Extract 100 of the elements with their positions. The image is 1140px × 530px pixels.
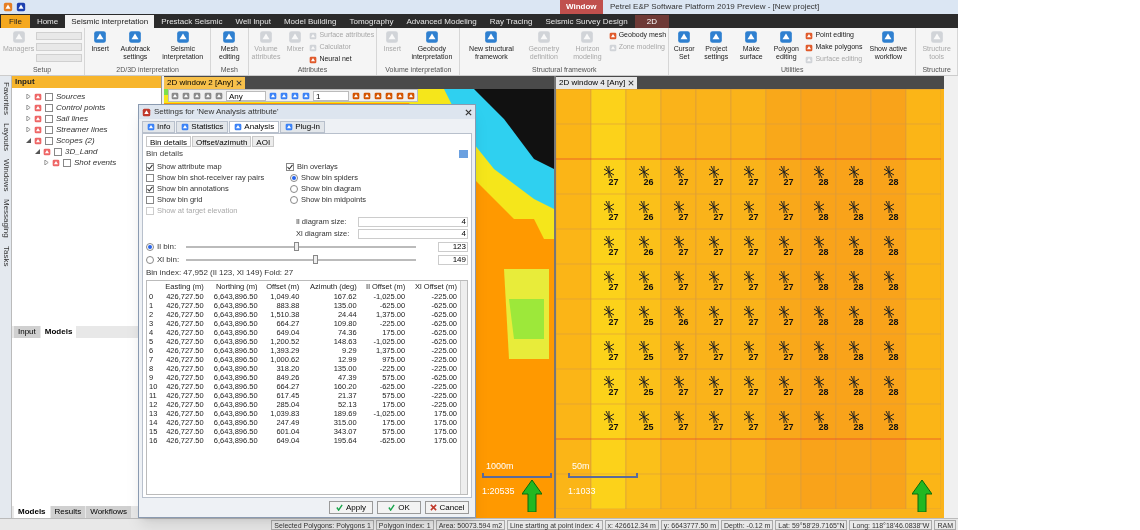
- window-tab[interactable]: 2D window 4 [Any]: [556, 77, 638, 89]
- side-tab[interactable]: Layouts: [0, 122, 12, 151]
- tool-icon: [309, 43, 318, 52]
- collapsed-arrow-icon[interactable]: [26, 127, 31, 132]
- input-field[interactable]: 4: [358, 228, 468, 239]
- checkbox[interactable]: [63, 158, 71, 167]
- checkbox[interactable]: [45, 136, 53, 145]
- checkbox[interactable]: [54, 147, 62, 156]
- expanded-arrow-icon[interactable]: [35, 149, 40, 154]
- menu-tab[interactable]: Home: [30, 15, 65, 28]
- panel-tab[interactable]: Models: [14, 506, 50, 518]
- menu-tab[interactable]: File: [1, 15, 30, 28]
- tool-icon: [536, 30, 551, 44]
- dialog-tab[interactable]: Plug-in: [280, 121, 326, 133]
- bin-spider-icon: [673, 341, 684, 353]
- window-tab[interactable]: 2D window 2 [Any]: [164, 77, 246, 89]
- checkbox[interactable]: [45, 92, 53, 101]
- menu-tab[interactable]: Model Building: [277, 15, 343, 28]
- checkbox[interactable]: [286, 162, 294, 171]
- dialog-tab[interactable]: Analysis: [229, 121, 280, 133]
- close-icon[interactable]: [628, 80, 635, 86]
- bin-spider-icon: [673, 201, 684, 213]
- checkbox[interactable]: [146, 173, 154, 182]
- side-tab[interactable]: Windows: [0, 158, 12, 192]
- fold-label: 26: [642, 248, 654, 257]
- scrollbar[interactable]: [460, 281, 467, 494]
- close-icon[interactable]: [465, 108, 472, 116]
- subtab[interactable]: AOI: [252, 136, 275, 147]
- subtab[interactable]: Bin details: [146, 136, 191, 147]
- bin-spider-icon: [638, 376, 649, 388]
- collapsed-arrow-icon[interactable]: [26, 94, 31, 99]
- bin-spider-icon: [813, 376, 824, 388]
- checkbox[interactable]: [45, 103, 53, 112]
- dialog-button[interactable]: OK: [377, 501, 421, 514]
- slider-thumb[interactable]: [294, 242, 300, 251]
- menu-tab[interactable]: Ray Tracing: [483, 15, 539, 28]
- bin-spider-icon: [673, 271, 684, 283]
- zoom-dropdown[interactable]: 1: [313, 90, 349, 101]
- dialog-button[interactable]: Cancel: [425, 501, 469, 514]
- subtab[interactable]: Offset/azimuth: [191, 136, 252, 147]
- checkbox[interactable]: [146, 162, 154, 171]
- checkbox[interactable]: [45, 114, 53, 123]
- side-tab[interactable]: Messaging: [0, 199, 12, 239]
- tool-icon: [193, 91, 201, 100]
- close-icon[interactable]: [236, 80, 243, 86]
- tree-item[interactable]: Control points: [56, 101, 106, 114]
- fold-label: 27: [747, 248, 759, 257]
- collapsed-arrow-icon[interactable]: [26, 105, 31, 110]
- side-tab[interactable]: Tasks: [0, 246, 12, 267]
- tree-item[interactable]: Sources: [56, 90, 86, 103]
- fold-label: 25: [642, 318, 654, 327]
- bin-spider-icon: [673, 376, 684, 388]
- collapsed-arrow-icon[interactable]: [44, 160, 49, 165]
- radio-button[interactable]: [290, 173, 298, 182]
- dialog-button[interactable]: Apply: [329, 501, 373, 514]
- slider-thumb[interactable]: [312, 255, 318, 264]
- expanded-arrow-icon[interactable]: [26, 138, 31, 143]
- menu-tab[interactable]: Seismic interpretation: [65, 15, 155, 28]
- domain-dropdown[interactable]: Any: [226, 90, 266, 101]
- collapsed-arrow-icon[interactable]: [26, 116, 31, 121]
- radio-button[interactable]: [146, 243, 154, 251]
- panel-tab[interactable]: Results: [50, 506, 86, 518]
- menu-tab[interactable]: 2D: [634, 15, 669, 28]
- tree-item[interactable]: Streamer lines: [56, 123, 108, 136]
- fold-label: 28: [887, 283, 899, 292]
- radio-button[interactable]: [290, 184, 298, 193]
- menu-tab[interactable]: Tomography: [343, 15, 400, 28]
- fold-label: 27: [607, 388, 619, 397]
- input-field[interactable]: 4: [358, 216, 468, 227]
- tab-icon: [285, 123, 294, 131]
- fold-label: 27: [747, 318, 759, 327]
- dialog-tab[interactable]: Statistics: [176, 121, 229, 133]
- window-title: Petrel E&P Software Platform 2019 Preview - [New project]: [610, 1, 820, 13]
- fold-label: 28: [852, 213, 864, 222]
- panel-tab[interactable]: Workflows: [86, 506, 131, 518]
- menu-tab[interactable]: Seismic Survey Design: [539, 15, 634, 28]
- bin-spider-icon: [848, 306, 859, 318]
- panel-tab[interactable]: Models: [40, 326, 77, 338]
- tool-icon: [204, 91, 212, 100]
- menu-tab[interactable]: Well Input: [229, 15, 277, 28]
- tree-item[interactable]: 3D_Land: [65, 145, 98, 158]
- panel-tab[interactable]: Input: [14, 326, 40, 338]
- bin-spider-icon: [778, 166, 789, 178]
- tree-item[interactable]: Scopes (2): [56, 134, 95, 147]
- bin-spider-icon: [603, 306, 614, 318]
- radio-button[interactable]: [146, 256, 154, 264]
- checkbox[interactable]: [146, 195, 154, 204]
- checkbox[interactable]: [146, 184, 154, 193]
- dialog-tab[interactable]: Info: [142, 121, 176, 133]
- tree-item[interactable]: Shot events: [74, 156, 117, 169]
- fold-label: 26: [642, 213, 654, 222]
- bin-spider-icon: [673, 411, 684, 423]
- menu-tab[interactable]: Advanced Modeling: [400, 15, 483, 28]
- input-field[interactable]: 149: [438, 255, 468, 265]
- side-tab[interactable]: Favorites: [0, 82, 12, 115]
- tree-item[interactable]: Sail lines: [56, 112, 88, 125]
- checkbox[interactable]: [45, 125, 53, 134]
- menu-tab[interactable]: Prestack Seismic: [155, 15, 229, 28]
- input-field[interactable]: 123: [438, 242, 468, 252]
- radio-button[interactable]: [290, 195, 298, 204]
